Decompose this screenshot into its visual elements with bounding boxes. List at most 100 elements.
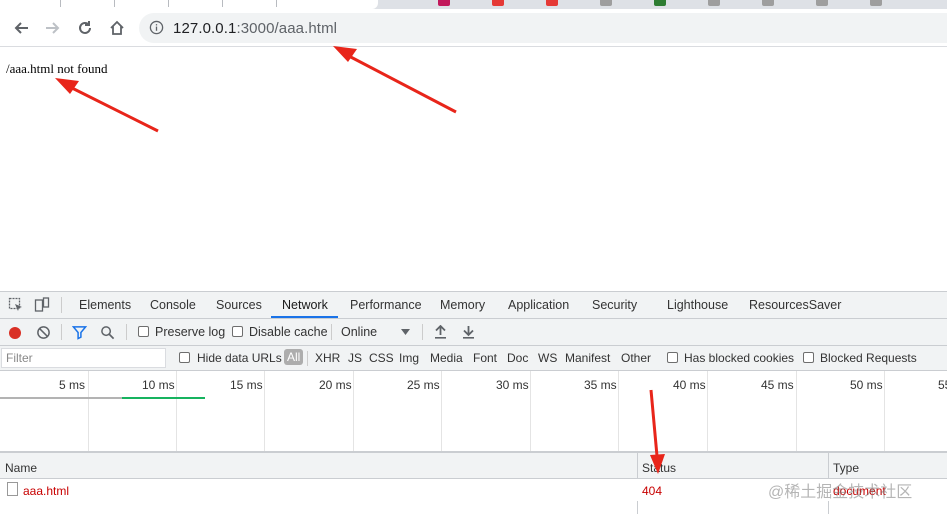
page-message: /aaa.html not found — [6, 61, 108, 76]
tab-favicon[interactable] — [600, 0, 612, 6]
filter-funnel-icon[interactable] — [72, 325, 87, 340]
timeline-tick-label: 40 ms — [673, 378, 706, 392]
timeline-tick-label: 5 ms — [59, 378, 86, 392]
tab-console[interactable]: Console — [150, 298, 196, 312]
toolbar-divider — [61, 324, 62, 340]
timeline-waiting-bar — [0, 397, 122, 399]
filter-type-font[interactable]: Font — [473, 351, 497, 365]
filter-type-xhr[interactable]: XHR — [315, 351, 340, 365]
home-button[interactable] — [104, 15, 130, 41]
requests-table-header: Name Status Type — [0, 452, 947, 479]
hide-data-urls-checkbox[interactable] — [179, 352, 190, 363]
timeline-gridline — [176, 371, 177, 451]
network-timeline[interactable]: 5 ms 10 ms 15 ms 20 ms 25 ms 30 ms 35 ms… — [0, 371, 947, 452]
tab-favicon[interactable] — [816, 0, 828, 6]
record-icon[interactable] — [8, 326, 22, 340]
clear-icon[interactable] — [36, 325, 51, 340]
search-icon[interactable] — [100, 325, 115, 340]
timeline-tick-label: 55 — [938, 378, 947, 392]
filter-type-img[interactable]: Img — [399, 351, 419, 365]
forward-button[interactable] — [40, 15, 66, 41]
filter-type-other[interactable]: Other — [621, 351, 651, 365]
reload-button[interactable] — [72, 15, 98, 41]
timeline-gridline — [264, 371, 265, 451]
timeline-tick-label: 30 ms — [496, 378, 529, 392]
column-header-name[interactable]: Name — [5, 461, 37, 475]
tab-favicon[interactable] — [708, 0, 720, 6]
tab-favicon[interactable] — [546, 0, 558, 6]
filter-type-doc[interactable]: Doc — [507, 351, 528, 365]
devtools-tab-bar: Elements Console Sources Network Perform… — [0, 292, 947, 319]
column-header-type[interactable]: Type — [833, 461, 859, 475]
throttling-select[interactable]: Online — [341, 325, 377, 339]
has-blocked-cookies-checkbox[interactable] — [667, 352, 678, 363]
toolbar-divider — [61, 297, 62, 313]
tab-favicon[interactable] — [870, 0, 882, 6]
preserve-log-label: Preserve log — [155, 325, 226, 339]
timeline-gridline — [707, 371, 708, 451]
has-blocked-cookies-label: Has blocked cookies — [684, 351, 795, 365]
tab-performance[interactable]: Performance — [350, 298, 422, 312]
watermark: @稀土掘金技术社区 — [768, 484, 913, 501]
blocked-requests-label: Blocked Requests — [820, 351, 917, 365]
browser-toolbar: 127.0.0.1:3000/aaa.html — [0, 9, 947, 47]
filter-type-css[interactable]: CSS — [369, 351, 394, 365]
tab-sources[interactable]: Sources — [216, 298, 262, 312]
timeline-gridline — [796, 371, 797, 451]
tab-lighthouse[interactable]: Lighthouse — [667, 298, 728, 312]
tab-favicon[interactable] — [438, 0, 450, 6]
timeline-gridline — [353, 371, 354, 451]
filter-input[interactable] — [1, 348, 166, 368]
tab-favicon[interactable] — [492, 0, 504, 6]
back-button[interactable] — [8, 15, 34, 41]
tab-favicon[interactable] — [654, 0, 666, 6]
network-controls: Preserve log Disable cache Online — [0, 319, 947, 346]
url-text[interactable]: 127.0.0.1:3000/aaa.html — [173, 20, 337, 37]
device-toolbar-icon[interactable] — [34, 297, 50, 313]
tab-elements[interactable]: Elements — [79, 298, 131, 312]
tab-application[interactable]: Application — [508, 298, 569, 312]
disable-cache-checkbox[interactable] — [232, 326, 243, 337]
active-tab[interactable] — [0, 0, 378, 9]
blocked-requests-checkbox[interactable] — [803, 352, 814, 363]
toolbar-divider — [422, 324, 423, 340]
timeline-gridline — [884, 371, 885, 451]
tab-favicon[interactable] — [762, 0, 774, 6]
timeline-tick-label: 25 ms — [407, 378, 440, 392]
filter-type-manifest[interactable]: Manifest — [565, 351, 610, 365]
timeline-tick-label: 35 ms — [584, 378, 617, 392]
filter-type-ws[interactable]: WS — [538, 351, 557, 365]
info-icon[interactable] — [149, 20, 164, 35]
url-host: 127.0.0.1 — [173, 20, 237, 37]
filter-type-media[interactable]: Media — [430, 351, 463, 365]
tab-resourcessaver[interactable]: ResourcesSaver — [749, 298, 841, 312]
filter-type-js[interactable]: JS — [348, 351, 362, 365]
filter-type-all[interactable]: All — [284, 349, 304, 365]
annotation-arrow-message — [55, 78, 159, 133]
reload-icon — [79, 21, 91, 34]
request-name[interactable]: aaa.html — [23, 484, 69, 498]
address-bar[interactable]: 127.0.0.1:3000/aaa.html — [139, 13, 947, 43]
filter-bar: Hide data URLs All XHR JS CSS Img Media … — [0, 346, 947, 371]
timeline-tick-label: 15 ms — [230, 378, 263, 392]
preserve-log-checkbox[interactable] — [138, 326, 149, 337]
tab-divider — [60, 0, 61, 7]
tab-security[interactable]: Security — [592, 298, 637, 312]
column-header-status[interactable]: Status — [642, 461, 676, 475]
tab-memory[interactable]: Memory — [440, 298, 485, 312]
inspect-element-icon[interactable] — [8, 297, 24, 313]
toolbar-divider — [126, 324, 127, 340]
upload-icon[interactable] — [434, 325, 447, 339]
timeline-gridline — [88, 371, 89, 451]
tab-network[interactable]: Network — [282, 298, 328, 312]
timeline-gridline — [530, 371, 531, 451]
download-icon[interactable] — [462, 325, 475, 339]
tab-divider — [114, 0, 115, 7]
toolbar-divider — [331, 324, 332, 340]
toolbar-divider — [307, 351, 308, 366]
chevron-down-icon[interactable] — [401, 329, 410, 336]
timeline-gridline — [441, 371, 442, 451]
timeline-download-bar — [122, 397, 205, 399]
url-path: :3000/aaa.html — [236, 20, 338, 37]
active-tab-indicator — [271, 316, 338, 318]
